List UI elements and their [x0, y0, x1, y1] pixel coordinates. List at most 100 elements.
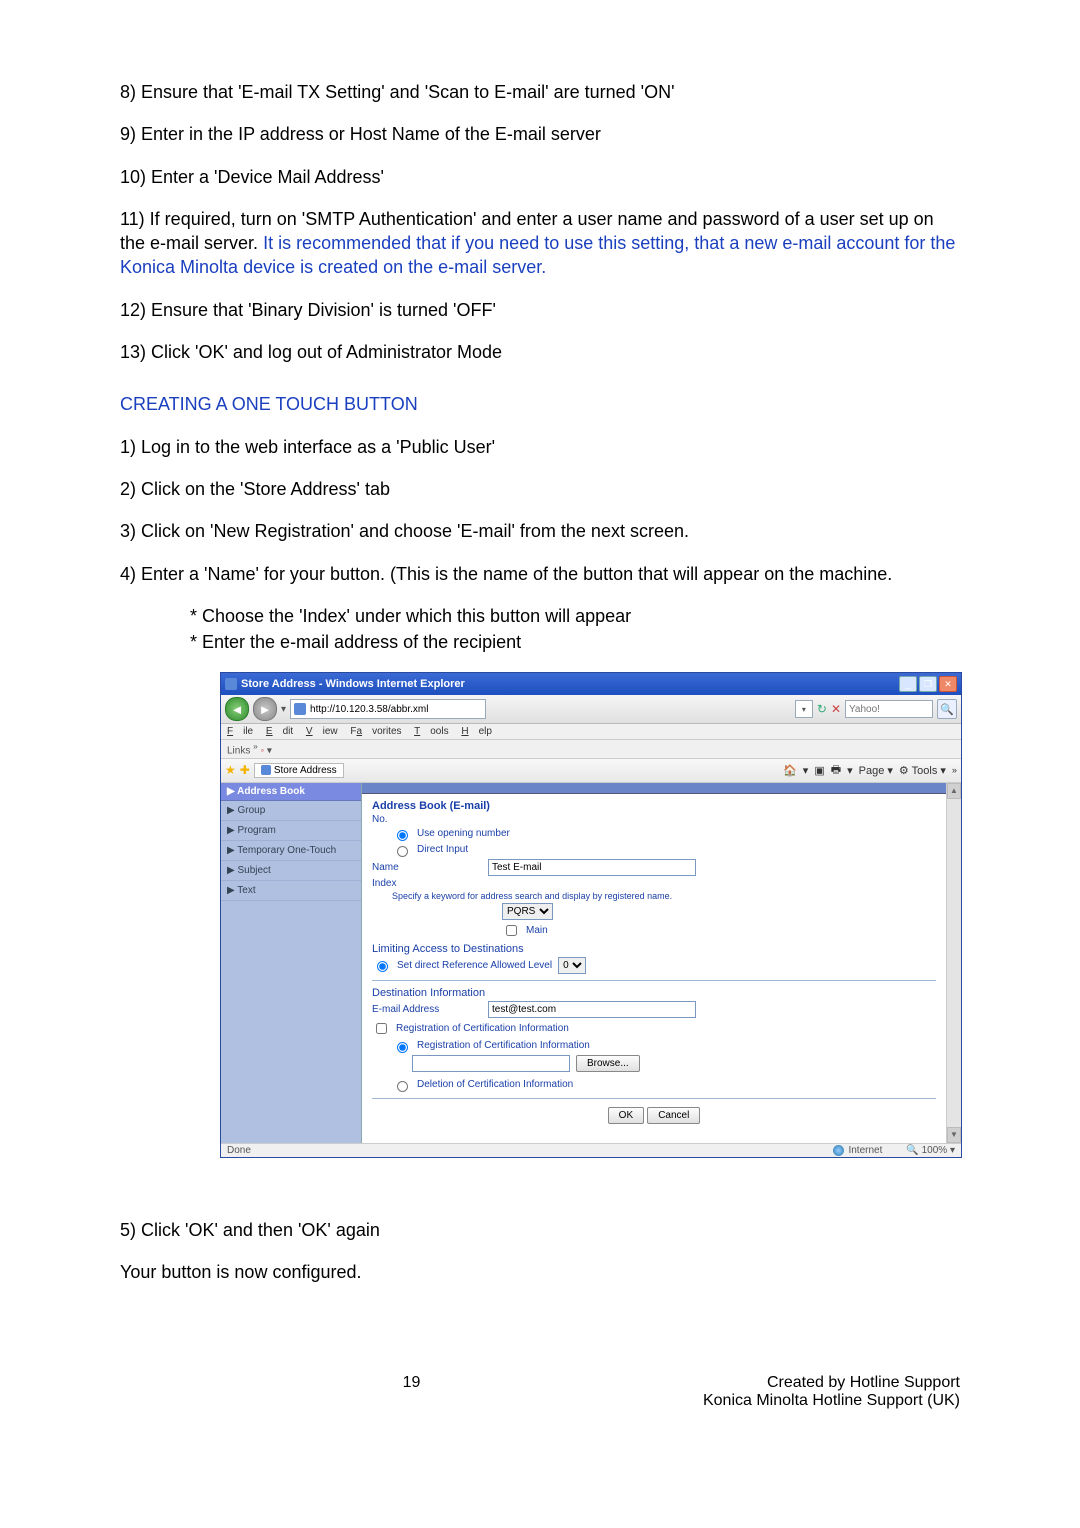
otb-step-3: 3) Click on 'New Registration' and choos… [120, 519, 960, 543]
status-done: Done [227, 1145, 251, 1156]
form-panel: Address Book (E-mail) No. Use opening nu… [362, 783, 946, 1143]
name-input[interactable] [488, 859, 696, 876]
home-icon[interactable]: 🏠 [783, 764, 797, 777]
configured-note: Your button is now configured. [120, 1260, 960, 1284]
email-label: E-mail Address [372, 1004, 482, 1015]
sidebar-item-subject[interactable]: ▶ Subject [221, 861, 361, 881]
menu-tools[interactable]: Tools [414, 726, 448, 737]
add-favorites-icon[interactable]: ✚ [240, 763, 250, 777]
otb-step-4: 4) Enter a 'Name' for your button. (This… [120, 562, 960, 586]
step-13: 13) Click 'OK' and log out of Administra… [120, 340, 960, 364]
main-label: Main [526, 925, 548, 936]
tab-label: Store Address [274, 765, 337, 776]
step-9: 9) Enter in the IP address or Host Name … [120, 122, 960, 146]
internet-zone-icon [833, 1145, 844, 1156]
search-button[interactable]: 🔍 [937, 699, 957, 719]
internet-zone-label: Internet [848, 1145, 882, 1156]
url-input[interactable] [308, 703, 482, 716]
limiting-access-heading: Limiting Access to Destinations [372, 943, 936, 955]
sidebar-header: ▶ Address Book [221, 783, 361, 801]
ie-titlebar: Store Address - Windows Internet Explore… [221, 673, 961, 695]
sidebar-item-program[interactable]: ▶ Program [221, 821, 361, 841]
menu-help[interactable]: Help [461, 726, 492, 737]
browser-tab[interactable]: Store Address [254, 763, 344, 778]
scroll-down-icon[interactable]: ▼ [947, 1127, 961, 1143]
address-bar[interactable] [290, 699, 486, 719]
reg-cert-radio[interactable] [397, 1042, 408, 1053]
footer-line-1: Created by Hotline Support [703, 1374, 960, 1392]
page-icon [294, 703, 306, 715]
main-checkbox[interactable] [506, 925, 517, 936]
direct-input-radio[interactable] [397, 846, 408, 857]
sidebar-item-group[interactable]: ▶ Group [221, 801, 361, 821]
ref-level-select[interactable]: 0 [558, 957, 586, 974]
sidebar-item-text[interactable]: ▶ Text [221, 881, 361, 901]
cert-file-input[interactable] [412, 1055, 570, 1072]
sidebar: ▶ Address Book ▶ Group ▶ Program ▶ Tempo… [221, 783, 362, 1143]
ie-tabbar: ★ ✚ Store Address 🏠▾ ▣ 🖶▾ Page ▾ ⚙ Tools… [221, 759, 961, 783]
scroll-up-icon[interactable]: ▲ [947, 783, 961, 799]
search-input[interactable] [845, 700, 933, 718]
use-opening-radio[interactable] [397, 830, 408, 841]
links-label: Links [227, 746, 250, 757]
destination-info-heading: Destination Information [372, 987, 936, 999]
forward-button[interactable]: ► [253, 697, 277, 721]
page-menu[interactable]: Page ▾ [859, 764, 893, 777]
maximize-button[interactable]: ❐ [919, 676, 937, 692]
no-label: No. [372, 814, 482, 825]
ie-icon [225, 678, 237, 690]
menu-file[interactable]: File [227, 726, 253, 737]
print-icon[interactable]: 🖶 [831, 761, 841, 780]
menu-favorites[interactable]: Favorites [350, 726, 401, 737]
form-heading: Address Book (E-mail) [372, 800, 936, 812]
sidebar-item-temp-one-touch[interactable]: ▶ Temporary One-Touch [221, 841, 361, 861]
ie-statusbar: Done Internet 🔍 100% ▾ [221, 1143, 961, 1157]
nav-dropdown-icon[interactable]: ▾ [281, 704, 286, 715]
page-footer: 19 Created by Hotline Support Konica Min… [120, 1374, 960, 1410]
page-content: ▶ Address Book ▶ Group ▶ Program ▶ Tempo… [221, 783, 961, 1143]
vertical-scrollbar[interactable]: ▲ ▼ [946, 783, 961, 1143]
step-12: 12) Ensure that 'Binary Division' is tur… [120, 298, 960, 322]
cancel-button[interactable]: Cancel [647, 1107, 700, 1124]
ok-button[interactable]: OK [608, 1107, 644, 1124]
ref-level-label: Set direct Reference Allowed Level [397, 960, 552, 971]
feed-icon[interactable]: ▣ [814, 764, 824, 777]
ref-level-radio[interactable] [377, 961, 388, 972]
ie-menubar: File Edit View Favorites Tools Help [221, 724, 961, 740]
close-button[interactable]: ✕ [939, 676, 957, 692]
links-bullet-icon[interactable]: ◦ [261, 746, 265, 757]
step-10: 10) Enter a 'Device Mail Address' [120, 165, 960, 189]
otb-step-2: 2) Click on the 'Store Address' tab [120, 477, 960, 501]
back-button[interactable]: ◄ [225, 697, 249, 721]
footer-line-2: Konica Minolta Hotline Support (UK) [703, 1392, 960, 1410]
otb-bullet-2: * Enter the e-mail address of the recipi… [190, 630, 960, 654]
menu-view[interactable]: View [306, 726, 338, 737]
name-label: Name [372, 862, 482, 873]
browse-button[interactable]: Browse... [576, 1055, 640, 1072]
window-title: Store Address - Windows Internet Explore… [241, 678, 899, 690]
del-cert-radio[interactable] [397, 1081, 408, 1092]
email-input[interactable] [488, 1001, 696, 1018]
otb-bullet-1: * Choose the 'Index' under which this bu… [190, 604, 960, 628]
zoom-level: 100% [922, 1145, 948, 1156]
stop-icon[interactable]: ✕ [831, 702, 841, 716]
ie-window: Store Address - Windows Internet Explore… [220, 672, 962, 1157]
minimize-button[interactable]: _ [899, 676, 917, 692]
refresh-icon[interactable]: ↻ [817, 702, 827, 716]
section-heading: CREATING A ONE TOUCH BUTTON [120, 392, 960, 416]
home-dropdown-icon[interactable]: ▾ [803, 764, 809, 777]
tools-menu[interactable]: ⚙ Tools ▾ [899, 764, 946, 777]
favorites-star-icon[interactable]: ★ [225, 763, 236, 777]
use-opening-label: Use opening number [417, 828, 510, 839]
index-label: Index [372, 878, 482, 889]
index-hint: Specify a keyword for address search and… [392, 891, 672, 901]
reg-cert-checkbox[interactable] [376, 1023, 387, 1034]
step-11: 11) If required, turn on 'SMTP Authentic… [120, 207, 960, 280]
step-8: 8) Ensure that 'E-mail TX Setting' and '… [120, 80, 960, 104]
ie-navbar: ◄ ► ▾ ▾ ↻ ✕ 🔍 [221, 695, 961, 724]
direct-input-label: Direct Input [417, 844, 468, 855]
tab-page-icon [261, 765, 271, 775]
index-select[interactable]: PQRS [502, 903, 553, 920]
url-dropdown-icon[interactable]: ▾ [795, 700, 813, 718]
menu-edit[interactable]: Edit [266, 726, 293, 737]
